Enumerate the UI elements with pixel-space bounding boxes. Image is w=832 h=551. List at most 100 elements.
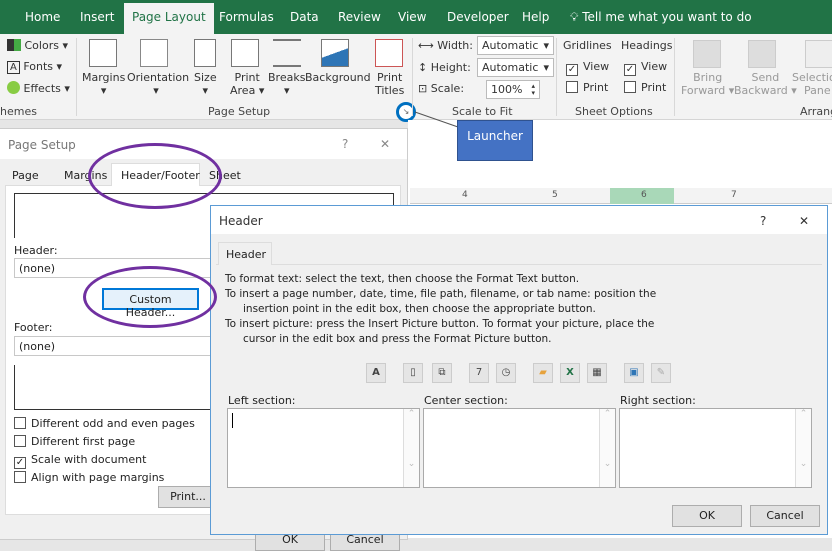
print-area-button[interactable]: Print Area ▾ xyxy=(230,71,264,97)
scrollbar[interactable]: ⌃ ⌄ xyxy=(795,409,811,487)
sheet-options-group-label: Sheet Options xyxy=(575,105,653,118)
left-section-input[interactable]: ⌃ ⌄ xyxy=(227,408,420,488)
print-button[interactable]: Print... xyxy=(158,486,218,508)
option-odd-even[interactable]: Different odd and even pages xyxy=(14,417,195,430)
close-button[interactable]: ✕ xyxy=(799,214,809,228)
tab-insert[interactable]: Insert xyxy=(80,10,114,24)
page-setup-group-label: Page Setup xyxy=(208,105,271,118)
selection-pane-button[interactable]: SelectionPane xyxy=(792,71,832,97)
footer-label: Footer: xyxy=(14,321,53,334)
effects-button[interactable]: Effects ▾ xyxy=(7,81,70,95)
height-label: ↕ Height: xyxy=(418,61,471,74)
cancel-button[interactable]: Cancel xyxy=(750,505,820,527)
help-button[interactable]: ? xyxy=(760,214,766,228)
selection-pane-icon xyxy=(805,40,832,68)
orientation-icon xyxy=(140,39,168,67)
arrange-group-label: Arrange xyxy=(800,105,832,118)
tab-data[interactable]: Data xyxy=(290,10,319,24)
scale-label: ⊡ Scale: xyxy=(418,82,465,95)
tell-me-search[interactable]: 💡︎ Tell me what you want to do xyxy=(570,10,752,25)
date-icon[interactable]: 7 xyxy=(469,363,489,383)
option-first-page[interactable]: Different first page xyxy=(14,435,135,448)
width-label: ⟷ Width: xyxy=(418,39,473,52)
bring-forward-icon xyxy=(693,40,721,68)
tab-page-layout[interactable]: Page Layout xyxy=(124,3,214,34)
format-picture-icon[interactable]: ✎ xyxy=(651,363,671,383)
time-icon[interactable]: ◷ xyxy=(496,363,516,383)
page-number-icon[interactable]: ▯ xyxy=(403,363,423,383)
tab-help[interactable]: Help xyxy=(522,10,549,24)
tab-formulas[interactable]: Formulas xyxy=(219,10,274,24)
help-button[interactable]: ? xyxy=(342,137,348,151)
print-titles-icon xyxy=(375,39,403,67)
breaks-button[interactable]: Breaks ▾ xyxy=(268,71,305,97)
ruler-mark: 7 xyxy=(731,190,737,200)
send-backward-icon xyxy=(748,40,776,68)
orientation-button[interactable]: Orientation ▾ xyxy=(127,71,189,97)
send-backward-button[interactable]: Send Backward ▾ xyxy=(734,71,797,97)
insert-picture-icon[interactable]: ▣ xyxy=(624,363,644,383)
ribbon-tab-bar: Home Insert Page Layout Formulas Data Re… xyxy=(0,0,832,34)
margins-icon xyxy=(89,39,117,67)
background-icon xyxy=(321,39,349,67)
chevron-down-icon: ▾ xyxy=(543,39,549,52)
center-section-label: Center section: xyxy=(424,394,508,407)
size-button[interactable]: Size ▾ xyxy=(194,71,217,97)
size-icon xyxy=(194,39,216,67)
gridlines-print-checkbox[interactable]: Print xyxy=(566,81,608,94)
tab-developer[interactable]: Developer xyxy=(447,10,509,24)
ruler-mark: 6 xyxy=(641,190,647,200)
ribbon: Colors ▾ A Fonts ▾ Effects ▾ hemes Margi… xyxy=(0,34,832,122)
annotation-circle-header-footer-tab xyxy=(88,143,222,209)
scale-spinner[interactable]: 100% ▴ ▾ xyxy=(486,80,540,99)
number-of-pages-icon[interactable]: ⧉ xyxy=(432,363,452,383)
width-dropdown[interactable]: Automatic ▾ xyxy=(477,36,554,55)
option-align-margins[interactable]: Align with page margins xyxy=(14,471,164,484)
header-label: Header: xyxy=(14,244,58,257)
themes-group-label: hemes xyxy=(0,105,37,118)
scale-to-fit-group-label: Scale to Fit xyxy=(452,105,513,118)
breaks-icon xyxy=(273,39,301,67)
dialog-title: Page Setup xyxy=(8,138,76,152)
sheet-name-icon[interactable]: ▦ xyxy=(587,363,607,383)
scrollbar[interactable]: ⌃ ⌄ xyxy=(599,409,615,487)
launcher-callout: Launcher xyxy=(457,120,533,161)
format-text-icon[interactable]: A xyxy=(366,363,386,383)
height-dropdown[interactable]: Automatic ▾ xyxy=(477,58,554,77)
right-section-input[interactable]: ⌃ ⌄ xyxy=(619,408,812,488)
margins-button[interactable]: Margins ▾ xyxy=(82,71,125,97)
print-titles-button[interactable]: Print Titles xyxy=(375,71,404,97)
close-button[interactable]: ✕ xyxy=(380,137,390,151)
tab-header[interactable]: Header xyxy=(218,242,272,265)
fonts-icon: A xyxy=(7,61,20,74)
callout-line xyxy=(414,111,459,128)
ruler-mark: 5 xyxy=(552,190,558,200)
bring-forward-button[interactable]: Bring Forward ▾ xyxy=(681,71,734,97)
background-button[interactable]: Background xyxy=(305,71,371,84)
colors-icon xyxy=(7,39,21,51)
lightbulb-icon: 💡︎ xyxy=(570,10,583,24)
chevron-down-icon: ▾ xyxy=(543,61,549,74)
tab-page[interactable]: Page xyxy=(12,169,39,182)
center-section-input[interactable]: ⌃ ⌄ xyxy=(423,408,616,488)
colors-button[interactable]: Colors ▾ xyxy=(7,39,68,52)
spinner-arrows-icon: ▴ ▾ xyxy=(531,82,535,97)
file-path-icon[interactable]: ▰ xyxy=(533,363,553,383)
print-area-icon xyxy=(231,39,259,67)
scrollbar[interactable]: ⌃ ⌄ xyxy=(403,409,419,487)
right-section-label: Right section: xyxy=(620,394,696,407)
option-scale-with-document[interactable]: ✓ Scale with document xyxy=(14,453,146,469)
headings-view-checkbox[interactable]: ✓ View xyxy=(624,60,667,76)
tab-review[interactable]: Review xyxy=(338,10,381,24)
file-name-icon[interactable]: X xyxy=(560,363,580,383)
instructions: To format text: select the text, then ch… xyxy=(225,273,657,345)
ruler: 4 5 6 7 xyxy=(410,188,832,204)
ruler-mark: 4 xyxy=(462,190,468,200)
fonts-button[interactable]: A Fonts ▾ xyxy=(7,60,62,74)
annotation-circle-custom-header xyxy=(83,266,217,328)
gridlines-view-checkbox[interactable]: ✓ View xyxy=(566,60,609,76)
headings-print-checkbox[interactable]: Print xyxy=(624,81,666,94)
tab-home[interactable]: Home xyxy=(25,10,60,24)
ok-button[interactable]: OK xyxy=(672,505,742,527)
tab-view[interactable]: View xyxy=(398,10,426,24)
